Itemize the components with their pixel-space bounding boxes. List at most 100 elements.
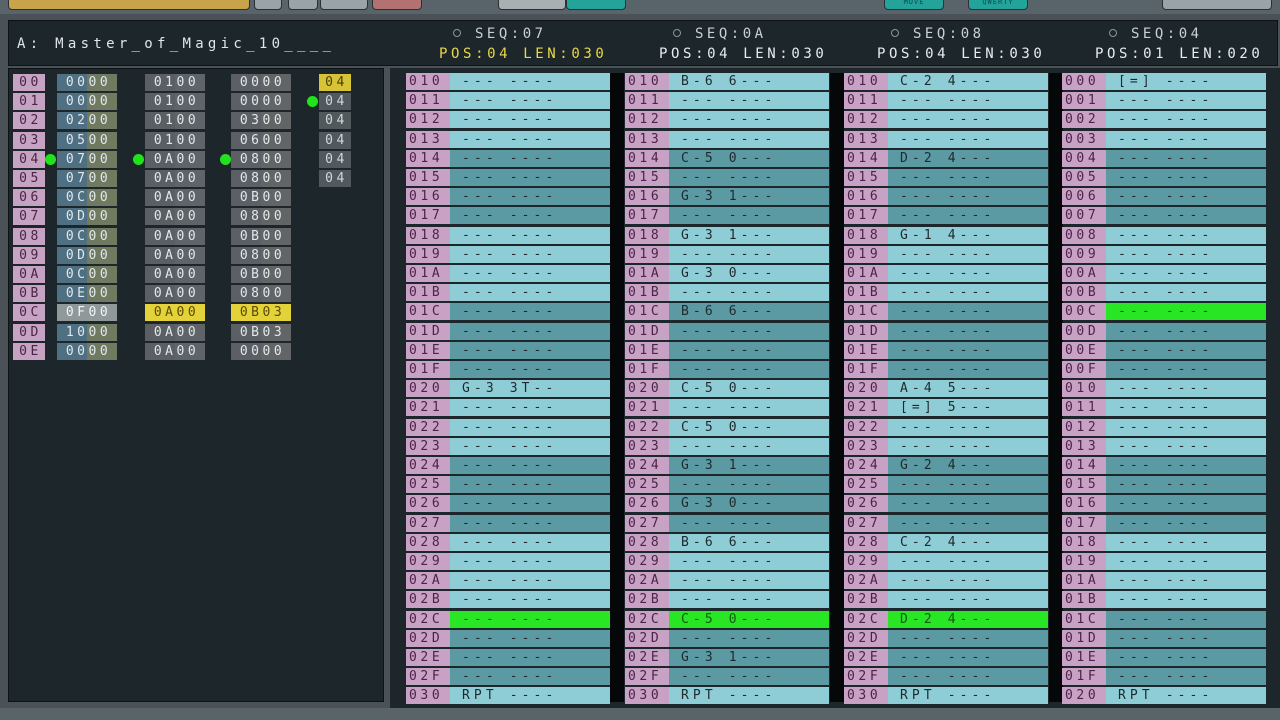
track1-entry[interactable]: 0000 — [57, 74, 117, 91]
pattern-row[interactable]: 026 --- ---- — [844, 495, 1048, 513]
pattern-row-data[interactable]: C-5 0--- — [669, 418, 829, 436]
toolbar-button[interactable] — [498, 0, 566, 10]
pattern-row-data[interactable]: --- ---- — [1106, 207, 1266, 225]
track2-entry[interactable]: 0100 — [145, 131, 205, 149]
pattern-row[interactable]: 026 --- ---- — [406, 495, 610, 513]
pattern-row-data[interactable]: C-5 0--- — [669, 610, 829, 628]
track3-entry[interactable]: 0B00 — [231, 266, 291, 283]
pattern-row-data[interactable]: --- ---- — [450, 649, 610, 666]
pattern-row-data[interactable]: --- ---- — [1106, 303, 1266, 321]
track2-entry[interactable]: 0A00 — [145, 246, 205, 264]
order-row[interactable]: 06 0C00 0A00 0B00 — [9, 189, 369, 207]
pattern-row[interactable]: 026 G-3 0--- — [625, 495, 829, 513]
toolbar-button[interactable] — [8, 0, 250, 10]
track3-entry[interactable]: 0B00 — [231, 189, 291, 207]
pattern-row[interactable]: 022 --- ---- — [406, 418, 610, 436]
track2-entry[interactable]: 0A00 — [145, 189, 205, 207]
pattern-row-data[interactable]: G-3 3T-- — [450, 380, 610, 398]
pattern-row-data[interactable]: --- ---- — [669, 207, 829, 225]
pattern-row-data[interactable]: B-6 6--- — [669, 303, 829, 321]
track1-entry[interactable]: 0700 — [57, 170, 117, 187]
pattern-row-data[interactable]: --- ---- — [1106, 668, 1266, 686]
sequence-header[interactable]: SEQ:04 POS:01 LEN:020 — [1095, 25, 1280, 65]
pattern-row[interactable]: 029 --- ---- — [625, 553, 829, 570]
pattern-row[interactable]: 002 --- ---- — [1062, 111, 1266, 129]
pattern-row-data[interactable]: --- ---- — [1106, 380, 1266, 398]
pattern-row[interactable]: 02E --- ---- — [406, 649, 610, 666]
pattern-row[interactable]: 011 --- ---- — [406, 92, 610, 110]
pattern-row[interactable]: 020 A-4 5--- — [844, 380, 1048, 398]
pattern-row-data[interactable]: --- ---- — [1106, 495, 1266, 513]
pattern-row-data[interactable]: --- ---- — [1106, 553, 1266, 570]
toolbar-button[interactable] — [254, 0, 282, 10]
pattern-row[interactable]: 01F --- ---- — [406, 361, 610, 378]
pattern-row-data[interactable]: --- ---- — [888, 591, 1048, 609]
pattern-row-data[interactable]: --- ---- — [450, 341, 610, 359]
pattern-row[interactable]: 01D --- ---- — [625, 322, 829, 340]
pattern-row[interactable]: 012 --- ---- — [844, 111, 1048, 129]
sequence-header[interactable]: SEQ:08 POS:04 LEN:030 — [877, 25, 1087, 65]
pattern-row-data[interactable]: --- ---- — [450, 284, 610, 302]
track3-entry[interactable]: 0000 — [231, 342, 291, 360]
pattern-row[interactable]: 00F --- ---- — [1062, 361, 1266, 378]
pattern-row[interactable]: 018 G-3 1--- — [625, 226, 829, 244]
pattern-row-data[interactable]: --- ---- — [450, 226, 610, 244]
pattern-row[interactable]: 024 --- ---- — [406, 457, 610, 474]
pattern-row-data[interactable]: --- ---- — [1106, 245, 1266, 263]
pattern-row-data[interactable]: G-3 0--- — [669, 265, 829, 282]
pattern-row-data[interactable]: --- ---- — [669, 245, 829, 263]
pattern-row-data[interactable]: A-4 5--- — [888, 380, 1048, 398]
pattern-row[interactable]: 016 G-3 1--- — [625, 188, 829, 206]
pattern-row-data[interactable]: --- ---- — [888, 476, 1048, 494]
track2-entry[interactable]: 0A00 — [145, 342, 205, 360]
pattern-row-data[interactable]: --- ---- — [1106, 169, 1266, 186]
pattern-row-data[interactable]: --- ---- — [1106, 284, 1266, 302]
pattern-row[interactable]: 023 --- ---- — [844, 437, 1048, 455]
pattern-row[interactable]: 013 --- ---- — [844, 130, 1048, 148]
pattern-row-data[interactable]: --- ---- — [450, 668, 610, 686]
track3-entry[interactable]: 0000 — [231, 74, 291, 91]
track3-entry[interactable]: 0B03 — [231, 323, 291, 341]
pattern-row-data[interactable]: G-1 4--- — [888, 226, 1048, 244]
pattern-row-data[interactable]: --- ---- — [450, 188, 610, 206]
pattern-row-data[interactable]: --- ---- — [450, 553, 610, 570]
track1-entry[interactable]: 0500 — [57, 131, 117, 149]
pattern-row-data[interactable]: --- ---- — [1106, 649, 1266, 666]
pattern-row[interactable]: 012 --- ---- — [1062, 418, 1266, 436]
pattern-row[interactable]: 02D --- ---- — [406, 629, 610, 647]
order-row[interactable]: 0D 1000 0A00 0B03 — [9, 323, 369, 341]
pattern-row[interactable]: 019 --- ---- — [625, 245, 829, 263]
sequence-active-indicator[interactable] — [453, 29, 461, 37]
pattern-row[interactable]: 01A --- ---- — [1062, 572, 1266, 590]
pattern-row[interactable]: 00E --- ---- — [1062, 341, 1266, 359]
pattern-row[interactable]: 024 G-2 4--- — [844, 457, 1048, 474]
order-row[interactable]: 07 0D00 0A00 0800 — [9, 208, 369, 226]
pattern-row-data[interactable]: --- ---- — [450, 130, 610, 148]
pattern-row-data[interactable]: G-3 1--- — [669, 226, 829, 244]
toolbar-button[interactable]: MOVE — [884, 0, 944, 10]
pattern-row-data[interactable]: --- ---- — [1106, 188, 1266, 206]
pattern-row[interactable]: 025 --- ---- — [406, 476, 610, 494]
pattern-row[interactable]: 021 [=] 5--- — [844, 399, 1048, 417]
pattern-row-data[interactable]: --- ---- — [669, 130, 829, 148]
pattern-row-data[interactable]: --- ---- — [669, 437, 829, 455]
sequence-active-indicator[interactable] — [891, 29, 899, 37]
pattern-row[interactable]: 015 --- ---- — [1062, 476, 1266, 494]
pattern-row[interactable]: 015 --- ---- — [406, 169, 610, 186]
pattern-row-data[interactable]: --- ---- — [1106, 399, 1266, 417]
track3-entry[interactable]: 0800 — [231, 170, 291, 187]
pattern-row[interactable]: 019 --- ---- — [1062, 553, 1266, 570]
pattern-row-data[interactable]: --- ---- — [669, 169, 829, 186]
pattern-row-data[interactable]: --- ---- — [888, 207, 1048, 225]
track1-entry[interactable]: 0E00 — [57, 285, 117, 303]
pattern-row[interactable]: 01F --- ---- — [1062, 668, 1266, 686]
pattern-row-data[interactable]: [=] ---- — [1106, 73, 1266, 90]
pattern-row-data[interactable]: --- ---- — [1106, 92, 1266, 110]
track1-entry[interactable]: 0000 — [57, 342, 117, 360]
pattern-row-data[interactable]: --- ---- — [888, 111, 1048, 129]
pattern-row[interactable]: 02C D-2 4--- — [844, 610, 1048, 628]
pattern-row[interactable]: 013 --- ---- — [625, 130, 829, 148]
pattern-row-data[interactable]: --- ---- — [888, 303, 1048, 321]
pattern-row[interactable]: 029 --- ---- — [844, 553, 1048, 570]
track1-entry[interactable]: 0200 — [57, 112, 117, 130]
